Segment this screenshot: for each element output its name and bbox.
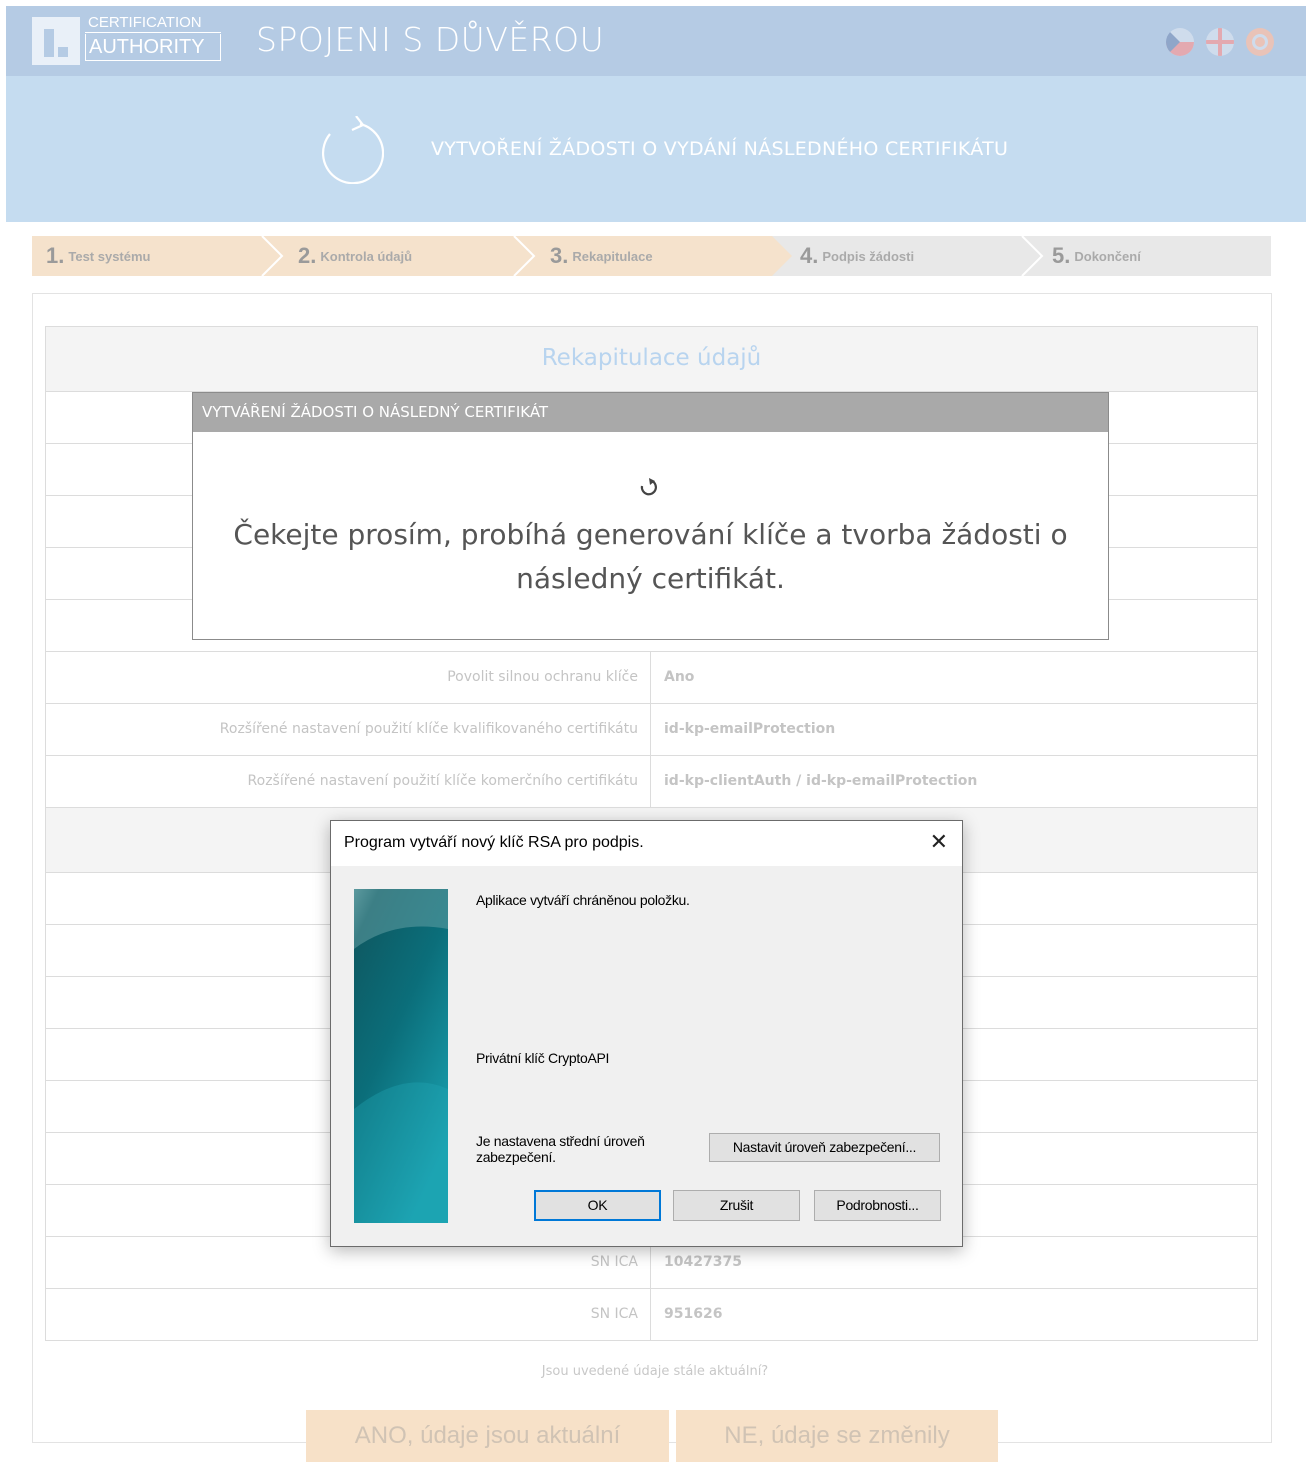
- dialog-titlebar: Program vytváří nový klíč RSA pro podpis…: [331, 821, 962, 866]
- step-label: Test systému: [68, 248, 151, 264]
- progress-message: Čekejte prosím, probíhá generování klíče…: [233, 518, 1068, 595]
- logo-line-1: CERTIFICATION: [85, 14, 221, 33]
- ok-button[interactable]: OK: [534, 1190, 661, 1221]
- wizard-step-1: 1. Test systému: [46, 236, 151, 276]
- wizard-step-2: 2. Kontrola údajů: [298, 236, 412, 276]
- dialog-title: Program vytváří nový klíč RSA pro podpis…: [344, 834, 644, 851]
- data-changed-button[interactable]: NE, údaje se změnily: [676, 1410, 998, 1462]
- banner-title: VYTVOŘENÍ ŽÁDOSTI O VYDÁNÍ NÁSLEDNÉHO CE…: [431, 138, 1009, 160]
- cancel-button[interactable]: Zrušit: [673, 1190, 800, 1221]
- row-key: Povolit silnou ochranu klíče: [46, 652, 651, 703]
- data-current-button[interactable]: ANO, údaje jsou aktuální: [306, 1410, 669, 1462]
- table-row: Povolit silnou ochranu klíče Ano: [46, 652, 1257, 704]
- refresh-icon: [321, 116, 384, 184]
- step-label: Kontrola údajů: [320, 248, 413, 264]
- step-number: 5.: [1052, 243, 1071, 268]
- page-banner: VYTVOŘENÍ ŽÁDOSTI O VYDÁNÍ NÁSLEDNÉHO CE…: [6, 76, 1306, 222]
- table-row: Rozšířené nastavení použití klíče kvalif…: [46, 704, 1257, 756]
- progress-modal: VYTVÁŘENÍ ŽÁDOSTI O NÁSLEDNÝ CERTIFIKÁT …: [192, 392, 1109, 640]
- language-switcher: [1166, 28, 1274, 56]
- table-row: SN ICA 951626: [46, 1289, 1257, 1340]
- row-value: id-kp-clientAuth / id-kp-emailProtection: [664, 773, 978, 789]
- row-value: 951626: [664, 1306, 723, 1322]
- de-flag-icon[interactable]: [1246, 28, 1274, 56]
- uk-flag-icon[interactable]: [1206, 28, 1234, 56]
- brand-title: SPOJENI S DŮVĚROU: [256, 20, 605, 59]
- security-level-text: Je nastavena střední úroveň zabezpečení.: [476, 1133, 645, 1165]
- step-number: 3.: [550, 243, 569, 268]
- logo-text: CERTIFICATION AUTHORITY: [85, 14, 221, 61]
- step-number: 2.: [298, 243, 317, 268]
- wizard-step-4: 4. Podpis žádosti: [800, 236, 914, 276]
- details-button[interactable]: Podrobnosti...: [814, 1190, 941, 1221]
- wizard-steps: 1. Test systému 2. Kontrola údajů 3. Rek…: [32, 236, 1271, 276]
- dialog-text-1: Aplikace vytváří chráněnou položku.: [476, 892, 690, 908]
- row-key: Rozšířené nastavení použití klíče kvalif…: [46, 704, 651, 755]
- wizard-step-5: 5. Dokončení: [1052, 236, 1141, 276]
- dialog-text-2: Privátní klíč CryptoAPI: [476, 1050, 610, 1066]
- set-security-level-button[interactable]: Nastavit úroveň zabezpečení...: [709, 1133, 940, 1162]
- step-label: Rekapitulace: [572, 248, 653, 264]
- step-number: 1.: [46, 243, 65, 268]
- row-value: Ano: [664, 669, 695, 685]
- progress-modal-title: VYTVÁŘENÍ ŽÁDOSTI O NÁSLEDNÝ CERTIFIKÁT: [193, 393, 1108, 432]
- row-value: id-kp-emailProtection: [664, 721, 836, 737]
- step-label: Dokončení: [1074, 248, 1141, 264]
- recap-title: Rekapitulace údajů: [541, 345, 762, 371]
- step-number: 4.: [800, 243, 819, 268]
- close-icon[interactable]: ✕: [930, 831, 948, 853]
- row-key: SN ICA: [46, 1289, 651, 1340]
- spinner-icon: [640, 478, 657, 496]
- logo-icon: [32, 17, 80, 65]
- top-header: CERTIFICATION AUTHORITY SPOJENI S DŮVĚRO…: [6, 6, 1306, 76]
- recap-table-header: Rekapitulace údajů: [46, 327, 1257, 392]
- table-row: Rozšířené nastavení použití klíče komerč…: [46, 756, 1257, 808]
- rsa-key-dialog: Program vytváří nový klíč RSA pro podpis…: [330, 820, 963, 1247]
- step-label: Podpis žádosti: [822, 248, 915, 264]
- question-text: Jsou uvedené údaje stále aktuální?: [541, 1364, 769, 1379]
- wizard-step-3: 3. Rekapitulace: [550, 236, 653, 276]
- security-banner-image: [354, 889, 448, 1223]
- logo-line-2: AUTHORITY: [85, 34, 221, 61]
- cz-flag-icon[interactable]: [1166, 28, 1194, 56]
- row-key: Rozšířené nastavení použití klíče komerč…: [46, 756, 651, 807]
